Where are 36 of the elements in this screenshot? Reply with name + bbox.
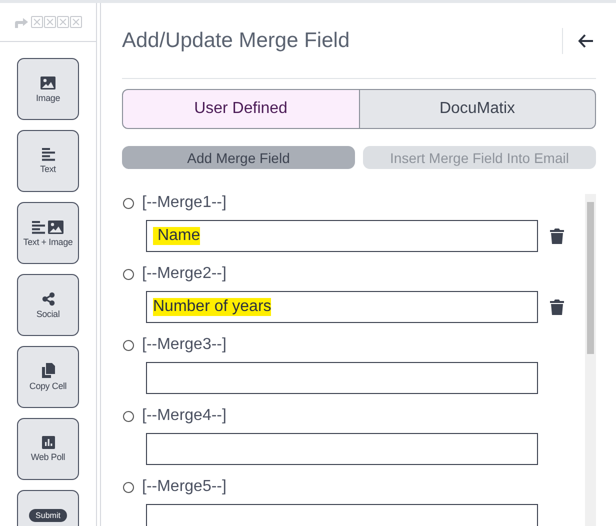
text-image-icon bbox=[32, 220, 64, 234]
submit-pill: Submit bbox=[28, 509, 68, 522]
bar-chart-icon bbox=[42, 436, 54, 449]
text-lines-icon bbox=[42, 148, 54, 161]
share-icon bbox=[42, 292, 54, 306]
merge-field-label: [--Merge4--] bbox=[142, 407, 226, 425]
tool-tile[interactable]: Web Poll bbox=[17, 418, 79, 480]
tool-tile[interactable]: Text + Image bbox=[17, 202, 79, 264]
tool-tile[interactable]: Copy Cell bbox=[17, 346, 79, 408]
input-field[interactable] bbox=[146, 433, 538, 465]
tool-tile[interactable]: Text bbox=[17, 130, 79, 192]
radio-button[interactable] bbox=[123, 410, 134, 422]
input-field[interactable]: Name bbox=[146, 220, 538, 252]
merge-field-label: [--Merge5--] bbox=[142, 478, 226, 496]
trash-icon[interactable] bbox=[550, 228, 564, 244]
tool-tile[interactable]: Submit bbox=[17, 490, 79, 526]
add-button[interactable]: Add Merge Field bbox=[122, 146, 355, 169]
tool-tile[interactable]: Image bbox=[17, 58, 79, 120]
copy-icon bbox=[42, 363, 54, 378]
scrollbar[interactable] bbox=[585, 194, 596, 526]
merge-field-label: [--Merge2--] bbox=[142, 265, 226, 283]
tab[interactable]: User Defined bbox=[122, 89, 360, 129]
radio-button[interactable] bbox=[123, 198, 134, 208]
radio-button[interactable] bbox=[123, 268, 134, 280]
tool-tile[interactable]: Social bbox=[17, 274, 79, 336]
image-icon bbox=[40, 76, 56, 90]
input-field[interactable]: Number of years bbox=[146, 291, 538, 323]
radio-button[interactable] bbox=[123, 482, 134, 492]
input-field[interactable] bbox=[146, 362, 538, 394]
tab[interactable]: DocuMatix bbox=[360, 89, 596, 129]
merge-field-label: [--Merge1--] bbox=[142, 194, 226, 212]
back-arrow-icon bbox=[578, 34, 594, 48]
panel-title: Add/Update Merge Field bbox=[122, 28, 351, 52]
merge-field-label: [--Merge3--] bbox=[142, 336, 226, 354]
trash-icon[interactable] bbox=[550, 299, 564, 315]
radio-button[interactable] bbox=[123, 340, 134, 350]
